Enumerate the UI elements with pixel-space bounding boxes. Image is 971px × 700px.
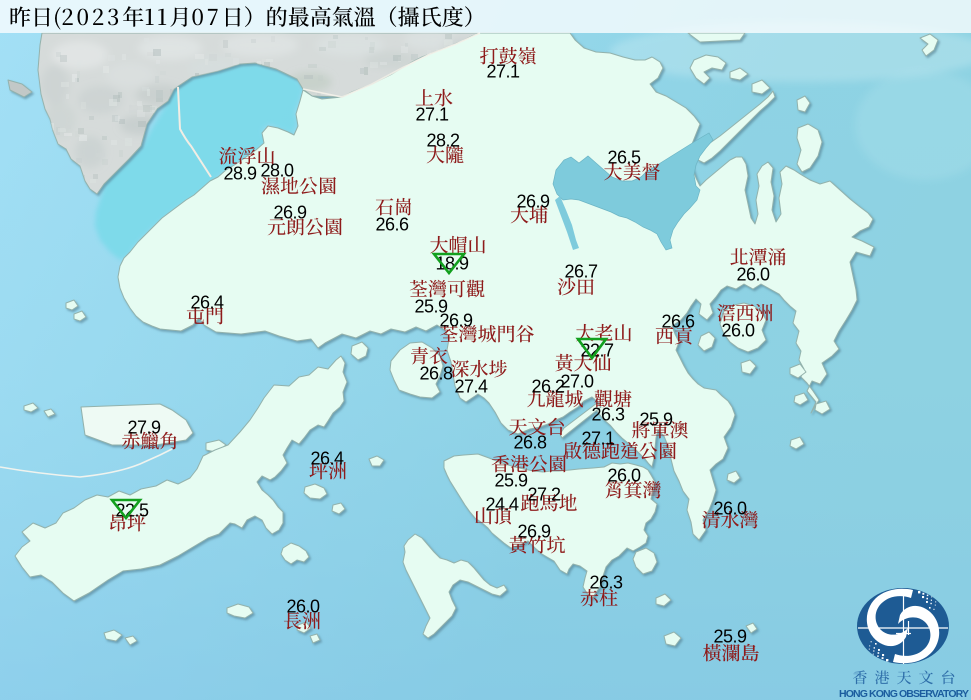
svg-text:28.9: 28.9 [223,163,257,183]
svg-text:26.3: 26.3 [591,404,625,424]
svg-text:28.2: 28.2 [426,130,460,150]
svg-text:HONG KONG OBSERVATORY: HONG KONG OBSERVATORY [839,688,969,700]
svg-text:26.0: 26.0 [607,465,641,485]
svg-text:26.4: 26.4 [190,292,224,312]
svg-text:26.8: 26.8 [513,432,547,452]
svg-text:26.9: 26.9 [439,310,473,330]
svg-text:27.4: 27.4 [454,376,488,396]
svg-text:24.4: 24.4 [485,494,519,514]
svg-text:27.1: 27.1 [415,104,449,124]
svg-text:26.3: 26.3 [589,572,623,592]
svg-text:26.0: 26.0 [721,320,755,340]
svg-text:26.6: 26.6 [661,311,695,331]
svg-text:27.2: 27.2 [527,484,561,504]
svg-text:27.1: 27.1 [581,428,615,448]
svg-text:26.2: 26.2 [531,376,565,396]
svg-text:26.0: 26.0 [286,596,320,616]
svg-text:26.9: 26.9 [273,202,307,222]
svg-text:27.1: 27.1 [486,61,520,81]
svg-text:28.0: 28.0 [260,160,294,180]
svg-text:26.9: 26.9 [517,521,551,541]
svg-text:26.7: 26.7 [564,261,598,281]
svg-text:26.4: 26.4 [310,448,344,468]
svg-text:27.9: 27.9 [127,417,161,437]
svg-text:26.9: 26.9 [516,191,550,211]
svg-text:25.9: 25.9 [494,470,528,490]
svg-text:25.9: 25.9 [639,409,673,429]
svg-text:26.5: 26.5 [607,147,641,167]
svg-text:26.6: 26.6 [375,214,409,234]
svg-text:26.8: 26.8 [419,363,453,383]
svg-text:26.0: 26.0 [736,264,770,284]
svg-text:27.0: 27.0 [560,371,594,391]
svg-text:26.0: 26.0 [713,498,747,518]
svg-text:25.9: 25.9 [713,626,747,646]
